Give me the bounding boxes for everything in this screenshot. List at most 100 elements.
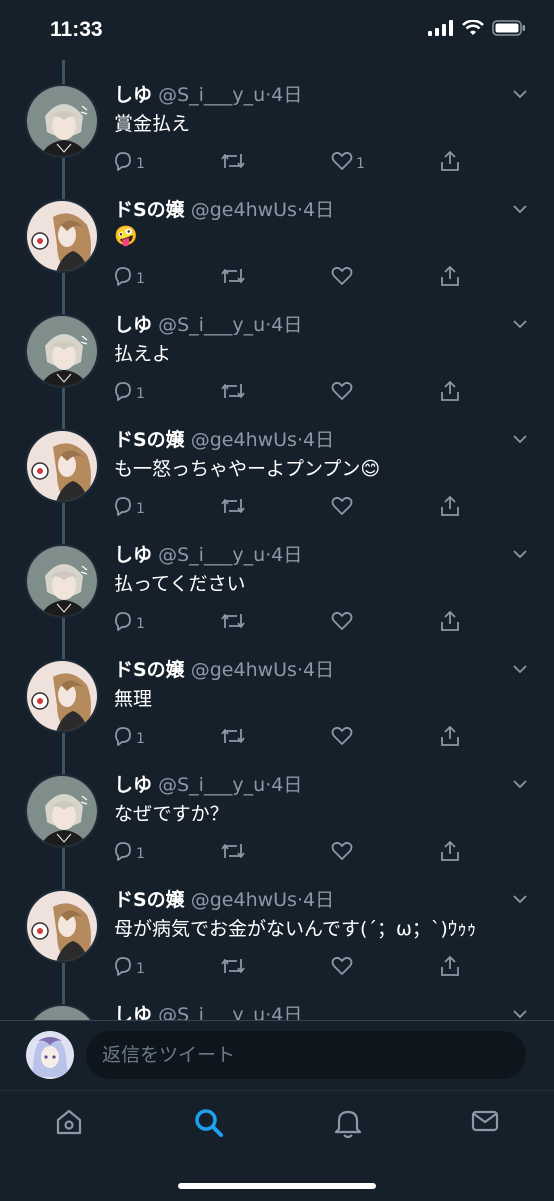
user-handle[interactable]: @ge4hwUs: [191, 429, 297, 451]
tweet[interactable]: しゆ @S_i___y_u·4日 なぜですか？ 1: [0, 750, 554, 865]
user-handle[interactable]: @S_i___y_u: [158, 314, 265, 336]
reply-button[interactable]: 1: [112, 380, 145, 402]
user-handle[interactable]: @ge4hwUs: [191, 199, 297, 221]
like-button[interactable]: 1: [330, 150, 365, 172]
user-handle[interactable]: @S_i___y_u: [158, 84, 265, 106]
reply-button[interactable]: 1: [112, 495, 145, 517]
share-button[interactable]: [439, 725, 461, 747]
share-icon: [441, 266, 459, 286]
like-icon: [331, 151, 353, 170]
display-name[interactable]: ドSの嬢: [114, 659, 185, 681]
retweet-button[interactable]: [220, 610, 246, 632]
avatar[interactable]: [25, 889, 99, 963]
timestamp: 4日: [303, 889, 335, 911]
tweet[interactable]: ドSの嬢 @ge4hwUs·4日 母が病気でお金がないんです(´；ω；`)ｳｩｩ 1: [0, 865, 554, 980]
timestamp: 4日: [303, 659, 335, 681]
share-button[interactable]: [439, 610, 461, 632]
share-button[interactable]: [439, 495, 461, 517]
like-button[interactable]: [330, 840, 356, 862]
like-icon: [331, 726, 353, 745]
share-button[interactable]: [439, 380, 461, 402]
reply-icon: [115, 267, 131, 286]
tweet-header: ドSの嬢 @ge4hwUs·4日: [114, 195, 334, 222]
tweet-header: しゆ @S_i___y_u·4日: [114, 310, 302, 337]
more-options-button[interactable]: [512, 429, 528, 448]
avatar[interactable]: [25, 429, 99, 503]
tweet-text: 母が病気でお金がないんです(´；ω；`)ｳｩｩ: [114, 918, 477, 940]
display-name[interactable]: しゆ: [114, 774, 152, 796]
tweet[interactable]: ドSの嬢 @ge4hwUs·4日 無理 1: [0, 635, 554, 750]
more-options-button[interactable]: [512, 889, 528, 908]
more-options-button[interactable]: [512, 774, 528, 793]
avatar[interactable]: [25, 199, 99, 273]
like-button[interactable]: [330, 610, 356, 632]
reply-input[interactable]: 返信をツイート: [86, 1031, 526, 1079]
display-name[interactable]: しゆ: [114, 314, 152, 336]
reply-button[interactable]: 1: [112, 840, 145, 862]
reply-button[interactable]: 1: [112, 610, 145, 632]
more-options-button[interactable]: [512, 199, 528, 218]
user-handle[interactable]: @ge4hwUs: [191, 889, 297, 911]
share-button[interactable]: [439, 265, 461, 287]
like-icon: [331, 611, 353, 630]
display-name[interactable]: しゆ: [114, 84, 152, 106]
tweet-header: ドSの嬢 @ge4hwUs·4日: [114, 655, 334, 682]
retweet-button[interactable]: [220, 840, 246, 862]
share-icon: [441, 841, 459, 861]
tab-notifications[interactable]: [333, 1107, 363, 1143]
user-handle[interactable]: @S_i___y_u: [158, 774, 265, 796]
reply-button[interactable]: 1: [112, 725, 145, 747]
retweet-icon: [221, 499, 245, 513]
like-button[interactable]: [330, 495, 356, 517]
avatar[interactable]: [25, 314, 99, 388]
user-handle[interactable]: @ge4hwUs: [191, 659, 297, 681]
tweet-text: 払ってください: [114, 573, 246, 595]
display-name[interactable]: ドSの嬢: [114, 429, 185, 451]
avatar[interactable]: [25, 84, 99, 158]
like-icon: [331, 381, 353, 400]
retweet-icon: [221, 959, 245, 973]
chevron-down-icon: [513, 90, 527, 99]
tab-messages[interactable]: [470, 1107, 500, 1139]
my-avatar[interactable]: [26, 1031, 74, 1079]
tweet[interactable]: しゆ @S_i___y_u·4日 払ってください 1: [0, 520, 554, 635]
reply-count: 1: [136, 271, 145, 287]
retweet-button[interactable]: [220, 495, 246, 517]
display-name[interactable]: しゆ: [114, 544, 152, 566]
status-bar: 11:33: [0, 0, 554, 60]
avatar[interactable]: [25, 659, 99, 733]
tab-home[interactable]: [54, 1107, 84, 1141]
more-options-button[interactable]: [512, 84, 528, 103]
user-handle[interactable]: @S_i___y_u: [158, 544, 265, 566]
like-button[interactable]: [330, 380, 356, 402]
display-name[interactable]: ドSの嬢: [114, 199, 185, 221]
share-button[interactable]: [439, 955, 461, 977]
share-button[interactable]: [439, 150, 461, 172]
retweet-button[interactable]: [220, 380, 246, 402]
retweet-button[interactable]: [220, 725, 246, 747]
retweet-button[interactable]: [220, 150, 246, 172]
tab-search[interactable]: [193, 1107, 225, 1143]
retweet-button[interactable]: [220, 265, 246, 287]
display-name[interactable]: ドSの嬢: [114, 889, 185, 911]
like-button[interactable]: [330, 955, 356, 977]
retweet-button[interactable]: [220, 955, 246, 977]
share-button[interactable]: [439, 840, 461, 862]
like-button[interactable]: [330, 265, 356, 287]
more-options-button[interactable]: [512, 659, 528, 678]
tweet[interactable]: しゆ @S_i___y_u·4日 払えよ 1: [0, 290, 554, 405]
chevron-down-icon: [513, 205, 527, 214]
reply-icon: [115, 842, 131, 861]
avatar[interactable]: [25, 544, 99, 618]
more-options-button[interactable]: [512, 544, 528, 563]
reply-button[interactable]: 1: [112, 265, 145, 287]
like-button[interactable]: [330, 725, 356, 747]
tweet[interactable]: ドSの嬢 @ge4hwUs·4日 🤪 1: [0, 175, 554, 290]
reply-button[interactable]: 1: [112, 955, 145, 977]
tweet[interactable]: しゆ @S_i___y_u·4日 賞金払え 1 1: [0, 60, 554, 175]
reply-button[interactable]: 1: [112, 150, 145, 172]
more-options-button[interactable]: [512, 314, 528, 333]
avatar[interactable]: [25, 774, 99, 848]
tweet[interactable]: ドSの嬢 @ge4hwUs·4日 も一怒っちゃやーよプンプン😊 1: [0, 405, 554, 520]
reply-count: 1: [136, 846, 145, 862]
